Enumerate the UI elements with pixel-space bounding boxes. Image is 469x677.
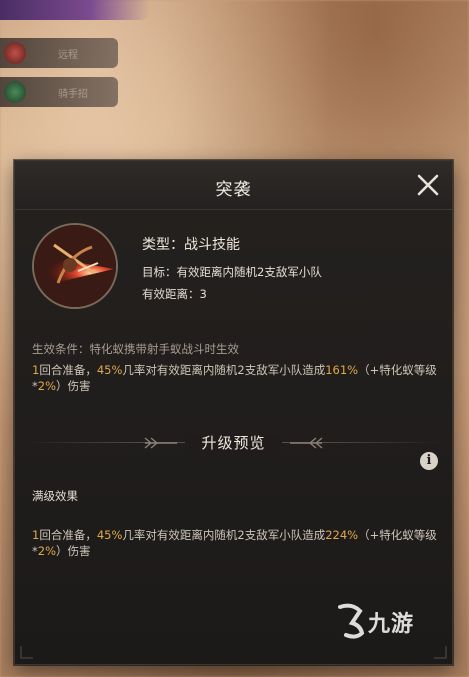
dialog-title-bar: 突袭: [15, 161, 452, 210]
effect-text: 回合准备，: [39, 363, 97, 377]
right-wing-ornament-icon: [290, 437, 323, 449]
effect-text: ）伤害: [56, 544, 91, 558]
red-unit-icon: [4, 42, 26, 64]
dialog-title: 突袭: [215, 180, 252, 200]
background-button-ranged[interactable]: 远程: [0, 38, 118, 68]
background-button-label: 骑手招: [58, 89, 88, 100]
skill-dialog: 突袭 类型：战斗技能 目标：有效距离内随机2支敌军小队 有效距离：3 生效条件：…: [14, 160, 453, 665]
max-level-label: 满级效果: [32, 489, 78, 503]
background-button-label: 远程: [58, 50, 78, 61]
upgrade-preview-title: 升级预览: [15, 432, 452, 453]
effect-number: 161%: [325, 363, 359, 377]
close-button[interactable]: [414, 171, 442, 199]
effect-text: ）伤害: [56, 379, 91, 393]
close-icon: [417, 174, 439, 196]
background-button-rider[interactable]: 骑手招: [0, 77, 118, 107]
skill-type: 类型：战斗技能: [142, 237, 240, 253]
effect-number: 2%: [37, 544, 56, 558]
info-icon[interactable]: i: [420, 452, 438, 470]
effect-number: 224%: [325, 528, 359, 542]
skill-range: 有效距离：3: [142, 287, 207, 301]
effect-number: 45%: [96, 363, 123, 377]
corner-ornament-icon: [434, 646, 447, 659]
green-unit-icon: [4, 81, 26, 103]
skill-icon: [32, 223, 118, 309]
corner-ornament-icon: [20, 646, 33, 659]
skill-effect-description: 1回合准备，45%几率对有效距离内随机2支敌军小队造成161%（+特化蚁等级*2…: [32, 362, 442, 394]
arrow-strike-icon: [34, 225, 116, 307]
effect-number: 45%: [96, 528, 123, 542]
effect-text: 回合准备，: [39, 528, 97, 542]
effect-text: 几率对有效距离内随机2支敌军小队造成: [122, 528, 326, 542]
upgrade-preview-label: 升级预览: [185, 434, 282, 452]
top-banner: [0, 0, 150, 20]
watermark-text: 九游: [368, 612, 415, 637]
skill-condition: 生效条件：特化蚁携带射手蚁战斗时生效: [32, 342, 239, 356]
effect-text: 几率对有效距离内随机2支敌军小队造成: [122, 363, 326, 377]
effect-number: 2%: [37, 379, 56, 393]
max-level-effect-description: 1回合准备，45%几率对有效距离内随机2支敌军小队造成224%（+特化蚁等级*2…: [32, 527, 442, 559]
skill-target: 目标：有效距离内随机2支敌军小队: [142, 265, 322, 279]
